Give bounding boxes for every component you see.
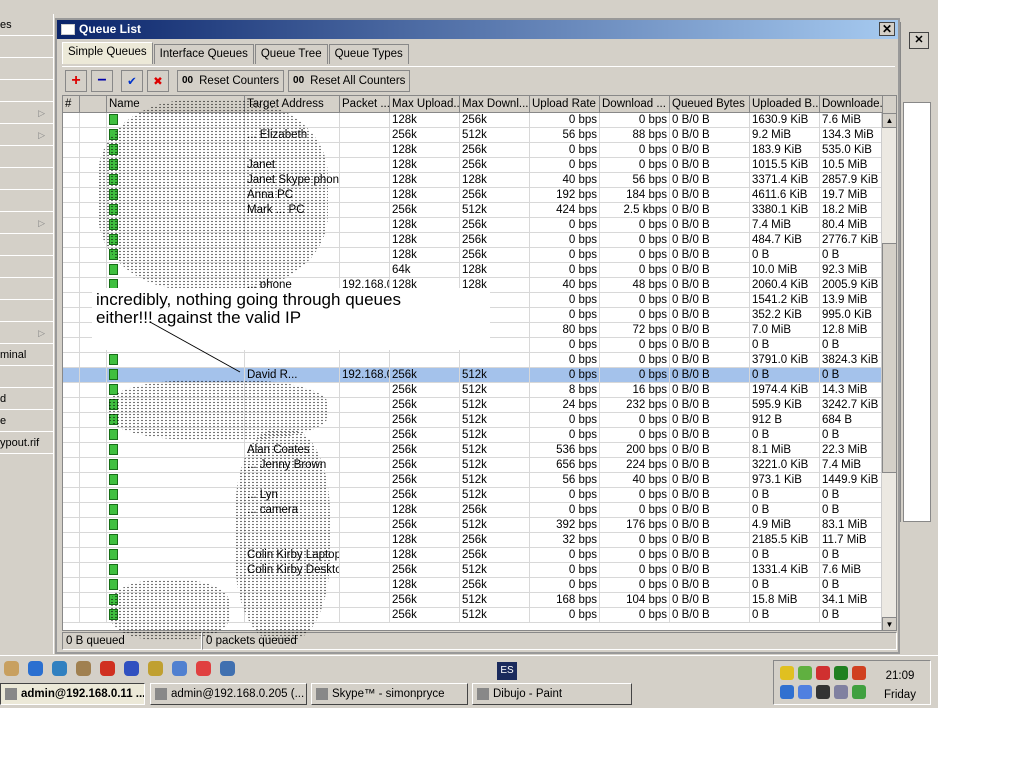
tray-icon[interactable] — [780, 685, 794, 699]
taskbar-button[interactable]: Skype™ - simonpryce — [311, 683, 468, 705]
tray-icon[interactable] — [798, 685, 812, 699]
quick-launch-icon[interactable] — [172, 661, 187, 676]
task-label: Skype™ - simonpryce — [332, 688, 445, 700]
desktop: es ▷ ▷ ▷ ▷ minal d e ypout.rif ✕ Queue List ✕ Si… — [0, 0, 938, 708]
tray-icon[interactable] — [798, 666, 812, 680]
clock-time: 21:09 — [885, 670, 915, 682]
language-indicator[interactable]: ES — [497, 662, 517, 680]
taskbar-button[interactable]: admin@192.168.0.205 (... — [150, 683, 307, 705]
taskbar: admin@192.168.0.11 ... admin@192.168.0.20… — [0, 655, 938, 708]
system-tray: 21:09 Friday — [773, 660, 931, 705]
quick-launch-icon[interactable] — [76, 661, 91, 676]
tray-icon[interactable] — [852, 685, 866, 699]
quick-launch-icon[interactable] — [28, 661, 43, 676]
task-icon — [5, 688, 17, 700]
tray-icon[interactable] — [780, 666, 794, 680]
quick-launch-icon[interactable] — [124, 661, 139, 676]
taskbar-button[interactable]: Dibujo - Paint — [472, 683, 632, 705]
clock[interactable]: 21:09 Friday — [884, 667, 916, 705]
annotation-arrow — [149, 321, 241, 373]
quick-launch-icon[interactable] — [196, 661, 211, 676]
quick-launch-icon[interactable] — [100, 661, 115, 676]
tray-icon[interactable] — [816, 685, 830, 699]
clock-day: Friday — [884, 689, 916, 701]
quick-launch-icon[interactable] — [4, 661, 19, 676]
task-icon — [316, 688, 328, 700]
tray-icon[interactable] — [834, 666, 848, 680]
taskbar-button[interactable]: admin@192.168.0.11 ... — [0, 683, 145, 705]
quick-launch-icon[interactable] — [52, 661, 67, 676]
tray-icon[interactable] — [852, 666, 866, 680]
task-label: admin@192.168.0.11 ... — [21, 688, 145, 700]
task-label: Dibujo - Paint — [493, 688, 563, 700]
quick-launch-icon[interactable] — [220, 661, 235, 676]
task-label: admin@192.168.0.205 (... — [171, 688, 305, 700]
tray-icon[interactable] — [816, 666, 830, 680]
tray-icon[interactable] — [834, 685, 848, 699]
task-icon — [477, 688, 489, 700]
task-icon — [155, 688, 167, 700]
quick-launch-icon[interactable] — [148, 661, 163, 676]
